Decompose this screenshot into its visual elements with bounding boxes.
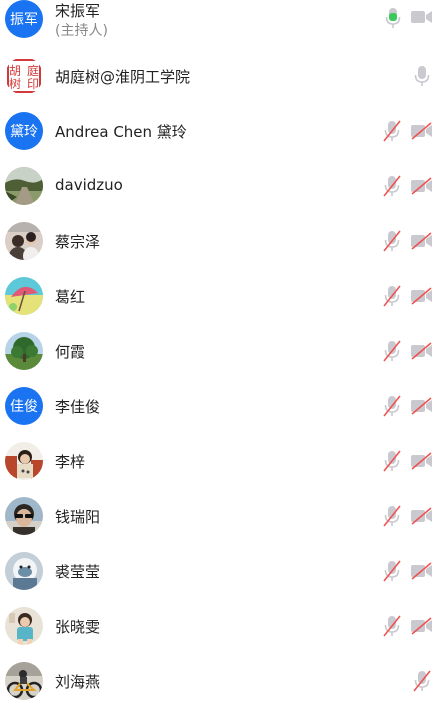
- participant-row[interactable]: 黛玲 Andrea Chen 黛玲: [0, 103, 442, 158]
- participant-name: 李佳俊: [55, 398, 101, 416]
- camera-off-icon[interactable]: [411, 561, 433, 580]
- svg-text:印: 印: [27, 77, 39, 91]
- camera-off-icon[interactable]: [411, 121, 433, 140]
- camera-off-icon[interactable]: [411, 616, 433, 635]
- participant-row[interactable]: 张晓雯: [0, 598, 442, 653]
- avatar-photo: [5, 661, 43, 700]
- mic-muted-icon[interactable]: [383, 560, 401, 582]
- participant-row[interactable]: 佳俊 李佳俊: [0, 378, 442, 433]
- avatar: 佳俊: [5, 386, 43, 425]
- host-label: (主持人): [55, 23, 108, 39]
- participant-row[interactable]: 庭 胡 印 树 胡庭树@淮阴工学院: [0, 48, 442, 103]
- mic-muted-icon[interactable]: [383, 340, 401, 362]
- participant-row[interactable]: 刘海燕: [0, 653, 442, 708]
- camera-icon[interactable]: [411, 9, 433, 25]
- participant-row[interactable]: 裘莹莹: [0, 543, 442, 598]
- mic-icon[interactable]: [414, 65, 430, 87]
- mic-muted-icon[interactable]: [383, 285, 401, 307]
- participant-row[interactable]: 何霞: [0, 323, 442, 378]
- participant-name: 张晓雯: [55, 618, 101, 636]
- participant-name: davidzuo: [55, 176, 123, 194]
- avatar-photo: [5, 331, 43, 370]
- avatar-photo: [5, 551, 43, 590]
- mic-speaking-icon[interactable]: [385, 7, 401, 29]
- participant-name: 裘莹莹: [55, 563, 101, 581]
- avatar-seal: 庭 胡 印 树: [5, 56, 43, 95]
- avatar-photo: [5, 166, 43, 205]
- participant-name: 葛红: [55, 288, 86, 306]
- participant-name: 钱瑞阳: [55, 508, 101, 526]
- avatar: 振军: [5, 0, 43, 38]
- mic-muted-icon[interactable]: [383, 395, 401, 417]
- avatar-photo: [5, 221, 43, 260]
- participant-name: 何霞: [55, 343, 86, 361]
- participant-row[interactable]: 振军 (主持人) 宋振军: [0, 0, 442, 55]
- mic-muted-icon[interactable]: [413, 670, 431, 692]
- svg-text:树: 树: [9, 76, 21, 91]
- participant-name: Andrea Chen 黛玲: [55, 123, 187, 141]
- camera-off-icon[interactable]: [411, 506, 433, 525]
- camera-off-icon[interactable]: [411, 451, 433, 470]
- participant-name: 刘海燕: [55, 673, 101, 691]
- participant-row[interactable]: 李梓: [0, 433, 442, 488]
- avatar-photo: [5, 276, 43, 315]
- avatar-photo: [5, 441, 43, 480]
- participant-name: 宋振军: [55, 2, 101, 20]
- camera-off-icon[interactable]: [411, 286, 433, 305]
- avatar: 黛玲: [5, 111, 43, 150]
- participant-name: 蔡宗泽: [55, 233, 101, 251]
- camera-off-icon[interactable]: [411, 231, 433, 250]
- avatar-photo: [5, 496, 43, 535]
- mic-muted-icon[interactable]: [383, 450, 401, 472]
- participant-row[interactable]: 葛红: [0, 268, 442, 323]
- camera-off-icon[interactable]: [411, 176, 433, 195]
- mic-muted-icon[interactable]: [383, 230, 401, 252]
- mic-muted-icon[interactable]: [383, 505, 401, 527]
- participant-row[interactable]: 蔡宗泽: [0, 213, 442, 268]
- participant-row[interactable]: davidzuo: [0, 158, 442, 213]
- mic-muted-icon[interactable]: [383, 175, 401, 197]
- participant-name: 李梓: [55, 453, 86, 471]
- participant-name: 胡庭树@淮阴工学院: [55, 68, 191, 86]
- mic-muted-icon[interactable]: [383, 615, 401, 637]
- participant-row[interactable]: 钱瑞阳: [0, 488, 442, 543]
- avatar-photo: [5, 606, 43, 645]
- camera-off-icon[interactable]: [411, 341, 433, 360]
- mic-muted-icon[interactable]: [383, 120, 401, 142]
- svg-text:庭: 庭: [27, 63, 39, 78]
- svg-text:胡: 胡: [9, 64, 21, 78]
- camera-off-icon[interactable]: [411, 396, 433, 415]
